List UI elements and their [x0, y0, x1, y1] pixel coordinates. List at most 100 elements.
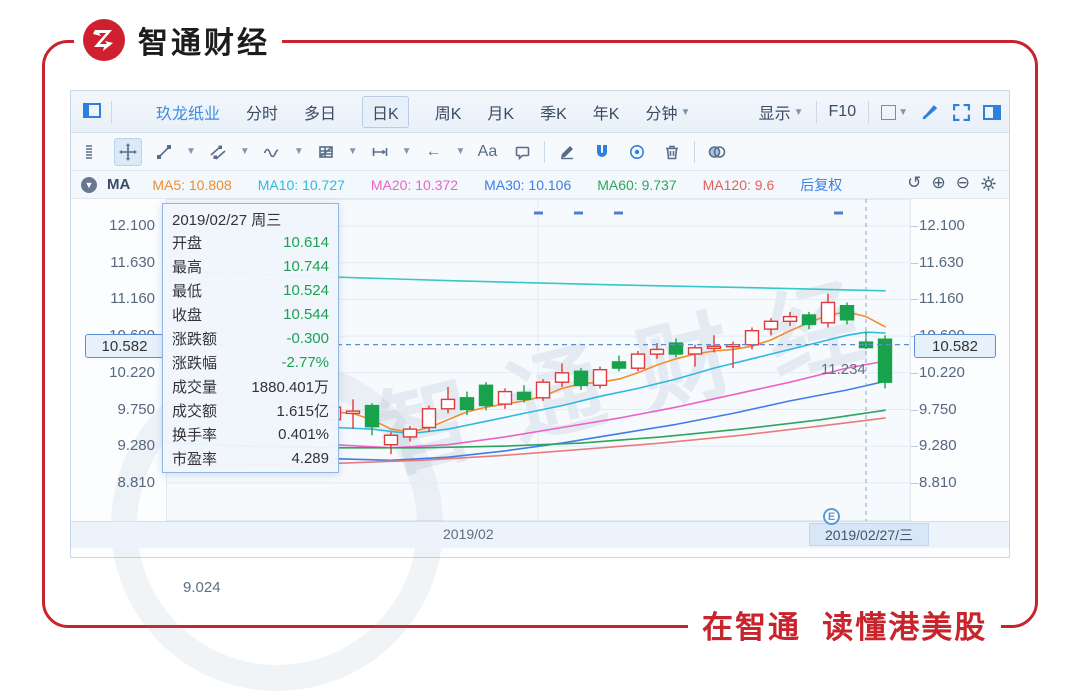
fullscreen-icon[interactable]	[952, 103, 971, 122]
tooltip-label: 收盘	[172, 307, 203, 325]
tooltip-value: 1.615亿	[276, 402, 329, 420]
display-dropdown[interactable]: 显示 ▼	[759, 100, 804, 124]
y-axis-label-left: 12.100	[109, 217, 155, 234]
magnet-icon[interactable]	[589, 139, 615, 165]
stock-name-link[interactable]: 玖龙纸业	[156, 100, 220, 124]
pencil-icon[interactable]	[554, 139, 580, 165]
y-axis-label-left: 9.280	[117, 437, 155, 455]
wave-icon[interactable]	[259, 139, 285, 165]
candle	[706, 345, 722, 350]
candle	[763, 320, 779, 330]
tab-日K[interactable]: 日K	[362, 96, 409, 128]
chevron-down-icon[interactable]: ▼	[240, 146, 250, 157]
y-axis-label-right: 12.100	[919, 217, 965, 234]
candle	[801, 314, 817, 326]
candle	[440, 398, 456, 410]
y-axis-tick	[911, 446, 918, 448]
indicator-legend: ▼ MA MA5: 10.808 MA10: 10.727 MA20: 10.372…	[71, 171, 1009, 199]
tab-minute[interactable]: 分钟 ▼	[645, 100, 690, 124]
candle	[820, 301, 836, 324]
tooltip-label: 换手率	[172, 426, 218, 444]
tooltip-row: 开盘 10.614	[163, 231, 338, 255]
chevron-down-icon[interactable]: ▼	[348, 146, 358, 157]
divider	[694, 140, 696, 163]
brush-icon[interactable]	[920, 102, 940, 122]
candle	[649, 348, 665, 355]
tab-多日[interactable]: 多日	[304, 100, 336, 124]
tab-bar: 玖龙纸业 分时 多日 日K 周K 月K 季K 年K 分钟 ▼ 显示 ▼ F10 ▼	[71, 91, 1009, 133]
shape-select-dropdown[interactable]: ▼	[881, 104, 908, 120]
chevron-down-icon[interactable]: ▼	[294, 146, 304, 157]
candle	[421, 408, 437, 429]
ma-legend-item[interactable]: MA10: 10.727	[258, 177, 345, 193]
tooltip-value: 10.544	[283, 306, 329, 324]
drawing-toolbar: ▼ ▼ ▼ ▼ ▼ ← ▼ Aa	[71, 133, 1009, 171]
undo-icon[interactable]: ↺	[907, 173, 921, 193]
adjust-mode-button[interactable]: 后复权	[800, 175, 842, 195]
gear-icon[interactable]	[980, 175, 997, 192]
candle	[345, 410, 361, 415]
brand-slogan: 在智通 读懂港美股	[688, 606, 1002, 647]
collapse-indicator-icon[interactable]: ▼	[81, 176, 97, 193]
brand-logo-icon	[83, 19, 125, 61]
tab-年K[interactable]: 年K	[593, 100, 620, 124]
chevron-down-icon: ▼	[793, 106, 804, 118]
comment-icon[interactable]	[509, 139, 535, 165]
left-panel-toggle-icon[interactable]	[83, 103, 101, 118]
ma-legend-item[interactable]: MA120: 9.6	[703, 177, 775, 193]
y-axis-label-right: 11.160	[919, 290, 964, 308]
trend-line-icon[interactable]	[151, 139, 177, 165]
candle	[611, 361, 627, 369]
text-tool-icon[interactable]: Aa	[474, 139, 500, 165]
chevron-down-icon: ▼	[680, 106, 691, 118]
grip-icon[interactable]	[79, 139, 105, 165]
candle	[782, 315, 798, 322]
tooltip-row: 收盘 10.544	[163, 303, 338, 327]
measure-icon[interactable]	[367, 139, 393, 165]
candle	[554, 372, 570, 383]
chevron-down-icon[interactable]: ▼	[186, 146, 196, 157]
channel-icon[interactable]	[205, 139, 231, 165]
candle	[364, 404, 380, 428]
chevron-down-icon[interactable]: ▼	[402, 146, 412, 157]
tooltip-label: 市盈率	[172, 450, 218, 468]
divider	[111, 101, 112, 123]
move-icon[interactable]	[114, 137, 142, 166]
y-axis-label-left: 11.630	[110, 253, 155, 271]
y-axis-tick	[911, 226, 918, 227]
event-marker[interactable]: E	[823, 508, 840, 525]
ma-legend-item[interactable]: MA5: 10.808	[152, 177, 231, 193]
right-panel-toggle-icon[interactable]	[983, 104, 1001, 120]
venn-icon[interactable]	[704, 139, 730, 165]
target-icon[interactable]	[624, 139, 650, 165]
f10-button[interactable]: F10	[829, 103, 857, 121]
divider	[868, 101, 870, 123]
legend-action-icons: ↺ ⊕ ⊖	[907, 173, 997, 193]
tooltip-value: 4.289	[291, 449, 329, 467]
divider	[544, 140, 546, 163]
tab-周K[interactable]: 周K	[435, 100, 462, 124]
tooltip-label: 开盘	[172, 235, 203, 253]
y-axis-tick	[911, 372, 918, 374]
trash-icon[interactable]	[659, 139, 685, 165]
ma-line-MA10	[333, 331, 886, 435]
ma-label: MA	[107, 176, 131, 193]
trading-app-window: 玖龙纸业 分时 多日 日K 周K 月K 季K 年K 分钟 ▼ 显示 ▼ F10 ▼ ▼ ▼ ▼ ▼ ▼ ←…	[70, 90, 1010, 691]
ma-legend-item[interactable]: MA30: 10.106	[484, 177, 571, 193]
tab-季K[interactable]: 季K	[540, 100, 567, 124]
arrow-left-icon[interactable]: ←	[421, 139, 447, 165]
ma-legend-item[interactable]: MA20: 10.372	[371, 177, 458, 193]
low-marker-label: 9.024	[183, 579, 221, 596]
fib-grid-icon[interactable]	[313, 139, 339, 165]
tooltip-row: 涨跌幅 -2.77%	[163, 351, 338, 375]
period-tabs: 玖龙纸业 分时 多日 日K 周K 月K 季K 年K 分钟 ▼	[156, 91, 690, 133]
candle	[573, 370, 589, 387]
ma-legend-item[interactable]: MA60: 9.737	[597, 177, 676, 193]
zoom-out-icon[interactable]: ⊖	[956, 173, 970, 193]
zoom-in-icon[interactable]: ⊕	[932, 173, 946, 193]
crosshair-date-label: 2019/02/27/三	[809, 523, 929, 546]
tab-分时[interactable]: 分时	[246, 100, 278, 124]
tab-月K[interactable]: 月K	[487, 100, 514, 124]
chevron-down-icon[interactable]: ▼	[456, 146, 466, 157]
candle	[592, 368, 608, 386]
